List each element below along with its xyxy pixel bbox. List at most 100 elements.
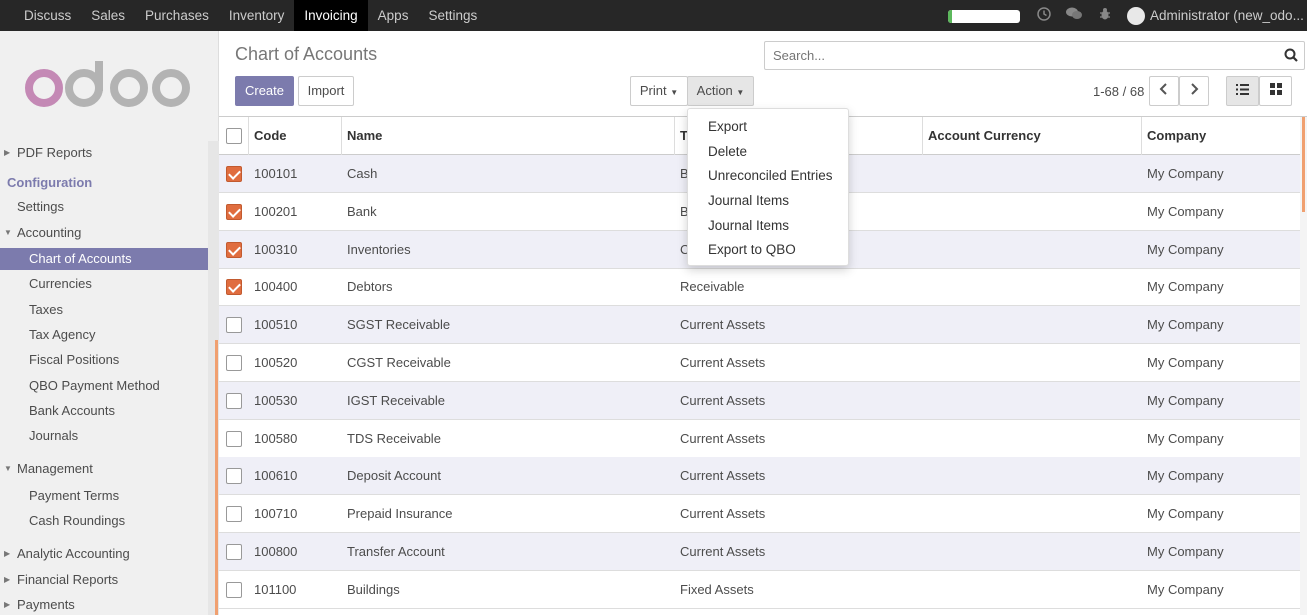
table-row[interactable]: 100520 CGST Receivable Current Assets My Co… xyxy=(219,344,1300,382)
sidebar-item-pdf-reports[interactable]: ▶ PDF Reports xyxy=(0,142,208,164)
action-menu-item-export-to-qbo[interactable]: Export to QBO xyxy=(688,238,848,263)
caret-down-icon: ▼ xyxy=(4,464,12,473)
cell-name: Cash xyxy=(347,166,378,181)
pager-value[interactable]: 1-68 / 68 xyxy=(1093,84,1144,99)
sidebar-item-label: Analytic Accounting xyxy=(17,546,130,561)
top-menu-discuss[interactable]: Discuss xyxy=(14,0,81,31)
user-menu[interactable]: Administrator (new_odo... xyxy=(1150,0,1304,31)
top-menu-inventory[interactable]: Inventory xyxy=(219,0,295,31)
column-divider xyxy=(922,117,923,155)
sidebar-item-chart-of-accounts[interactable]: Chart of Accounts xyxy=(0,248,208,270)
clock-icon[interactable] xyxy=(1036,7,1052,23)
action-menu-item-journal-items[interactable]: Journal Items xyxy=(688,214,848,239)
cell-company: My Company xyxy=(1147,544,1224,559)
pager-next-button[interactable] xyxy=(1179,76,1209,106)
sidebar-item-cash-roundings[interactable]: Cash Roundings xyxy=(0,510,208,532)
sidebar-item-analytic-accounting[interactable]: ▶ Analytic Accounting xyxy=(0,543,208,565)
list-view-button[interactable] xyxy=(1226,76,1259,106)
cell-type: Fixed Assets xyxy=(680,581,754,597)
action-menu-item-export[interactable]: Export xyxy=(688,115,848,140)
cell-type: Current Assets xyxy=(680,468,766,484)
sidebar-item-payment-terms[interactable]: Payment Terms xyxy=(0,485,208,507)
cell-name: SGST Receivable xyxy=(347,317,451,333)
row-checkbox[interactable] xyxy=(226,506,242,523)
scrollbar-thumb[interactable] xyxy=(1302,117,1305,212)
cell-company: My Company xyxy=(1147,355,1224,370)
row-checkbox[interactable] xyxy=(226,355,242,371)
row-checkbox[interactable] xyxy=(226,544,242,560)
top-menu-sales[interactable]: Sales xyxy=(81,0,135,31)
table-row[interactable]: 100400 Debtors Receivable My Company xyxy=(219,268,1300,307)
cell-name: Bank xyxy=(347,203,377,219)
progress-fill xyxy=(948,10,952,23)
sidebar-item-financial-reports[interactable]: ▶ Financial Reports xyxy=(0,569,208,591)
import-button[interactable]: Import xyxy=(298,76,354,106)
sidebar-item-label: Configuration xyxy=(7,175,93,190)
row-checkbox[interactable] xyxy=(226,392,242,409)
odoo-logo[interactable] xyxy=(22,61,194,114)
table-row[interactable]: 100710 Prepaid Insurance Current Assets My … xyxy=(219,495,1300,534)
chat-icon[interactable] xyxy=(1066,7,1082,23)
cell-name: Prepaid Insurance xyxy=(347,506,453,522)
sidebar-item-fiscal-positions[interactable]: Fiscal Positions xyxy=(0,349,208,371)
pager-previous-button[interactable] xyxy=(1149,76,1179,106)
sidebar-item-accounting[interactable]: ▼ Accounting xyxy=(0,222,208,244)
cell-code: 100530 xyxy=(254,392,298,408)
sidebar-item-settings[interactable]: Settings xyxy=(0,196,208,218)
column-divider xyxy=(674,117,675,155)
sidebar-item-label: Fiscal Positions xyxy=(29,352,120,367)
table-row[interactable]: 100610 Deposit Account Current Assets My Co… xyxy=(219,457,1300,496)
user-avatar[interactable] xyxy=(1127,7,1145,25)
row-checkbox[interactable] xyxy=(226,241,242,258)
sidebar-item-currencies[interactable]: Currencies xyxy=(0,273,208,295)
sidebar-item-qbo-payment-method[interactable]: QBO Payment Method xyxy=(0,375,208,397)
row-checkbox[interactable] xyxy=(226,468,242,485)
table-row[interactable]: 100580 TDS Receivable Current Assets My Com… xyxy=(219,420,1300,458)
action-menu-item-journal-items[interactable]: Journal Items xyxy=(688,189,848,214)
create-button[interactable]: Create xyxy=(235,76,294,106)
print-dropdown-button[interactable]: Print ▼ xyxy=(630,76,688,106)
app-menu: Discuss Sales Purchases Inventory Invoicing A… xyxy=(14,0,487,31)
sidebar-item-payments[interactable]: ▶ Payments xyxy=(0,594,208,615)
kanban-view-button[interactable] xyxy=(1259,76,1292,106)
search-box xyxy=(764,41,1305,70)
sidebar-item-journals[interactable]: Journals xyxy=(0,425,208,447)
sidebar-item-taxes[interactable]: Taxes xyxy=(0,299,208,321)
table-row[interactable]: 100530 IGST Receivable Current Assets My Co… xyxy=(219,381,1300,420)
sidebar-item-tax-agency[interactable]: Tax Agency xyxy=(0,324,208,346)
action-menu-item-unreconciled-entries[interactable]: Unreconciled Entries xyxy=(688,164,848,189)
column-header-code[interactable]: Code xyxy=(254,117,287,155)
row-checkbox[interactable] xyxy=(226,203,242,220)
table-row[interactable]: 100800 Transfer Account Current Assets My C… xyxy=(219,533,1300,571)
sidebar-item-management[interactable]: ▼ Management xyxy=(0,458,208,480)
cell-company: My Company xyxy=(1147,468,1224,484)
sidebar-item-label: Tax Agency xyxy=(29,327,96,342)
column-header-name[interactable]: Name xyxy=(347,117,382,155)
cell-name: Buildings xyxy=(347,581,400,597)
action-menu-item-delete[interactable]: Delete xyxy=(688,140,848,165)
top-menu-purchases[interactable]: Purchases xyxy=(135,0,219,31)
sidebar-item-label: Settings xyxy=(17,199,64,214)
select-all-checkbox[interactable] xyxy=(226,128,242,144)
sidebar-item-bank-accounts[interactable]: Bank Accounts xyxy=(0,400,208,422)
table-row[interactable]: 101100 Buildings Fixed Assets My Company xyxy=(219,571,1300,609)
row-checkbox[interactable] xyxy=(226,166,242,182)
action-dropdown-button[interactable]: Action ▼ xyxy=(687,76,754,106)
row-checkbox[interactable] xyxy=(226,430,242,447)
row-checkbox[interactable] xyxy=(226,317,242,334)
bug-icon[interactable] xyxy=(1097,7,1113,23)
table-scrollbar[interactable] xyxy=(1300,117,1307,615)
column-header-company[interactable]: Company xyxy=(1147,117,1206,155)
row-checkbox[interactable] xyxy=(226,279,242,296)
top-menu-apps[interactable]: Apps xyxy=(368,0,419,31)
top-menu-settings[interactable]: Settings xyxy=(418,0,487,31)
table-row[interactable]: 100510 SGST Receivable Current Assets My Co… xyxy=(219,306,1300,345)
search-input[interactable] xyxy=(765,42,1265,69)
sidebar-item-configuration[interactable]: Configuration xyxy=(0,172,208,194)
search-icon[interactable] xyxy=(1284,48,1298,65)
cell-name: TDS Receivable xyxy=(347,430,441,446)
sidebar-item-label: Management xyxy=(17,461,93,476)
top-menu-invoicing[interactable]: Invoicing xyxy=(294,0,368,31)
row-checkbox[interactable] xyxy=(226,581,242,598)
column-header-account-currency[interactable]: Account Currency xyxy=(928,117,1041,155)
